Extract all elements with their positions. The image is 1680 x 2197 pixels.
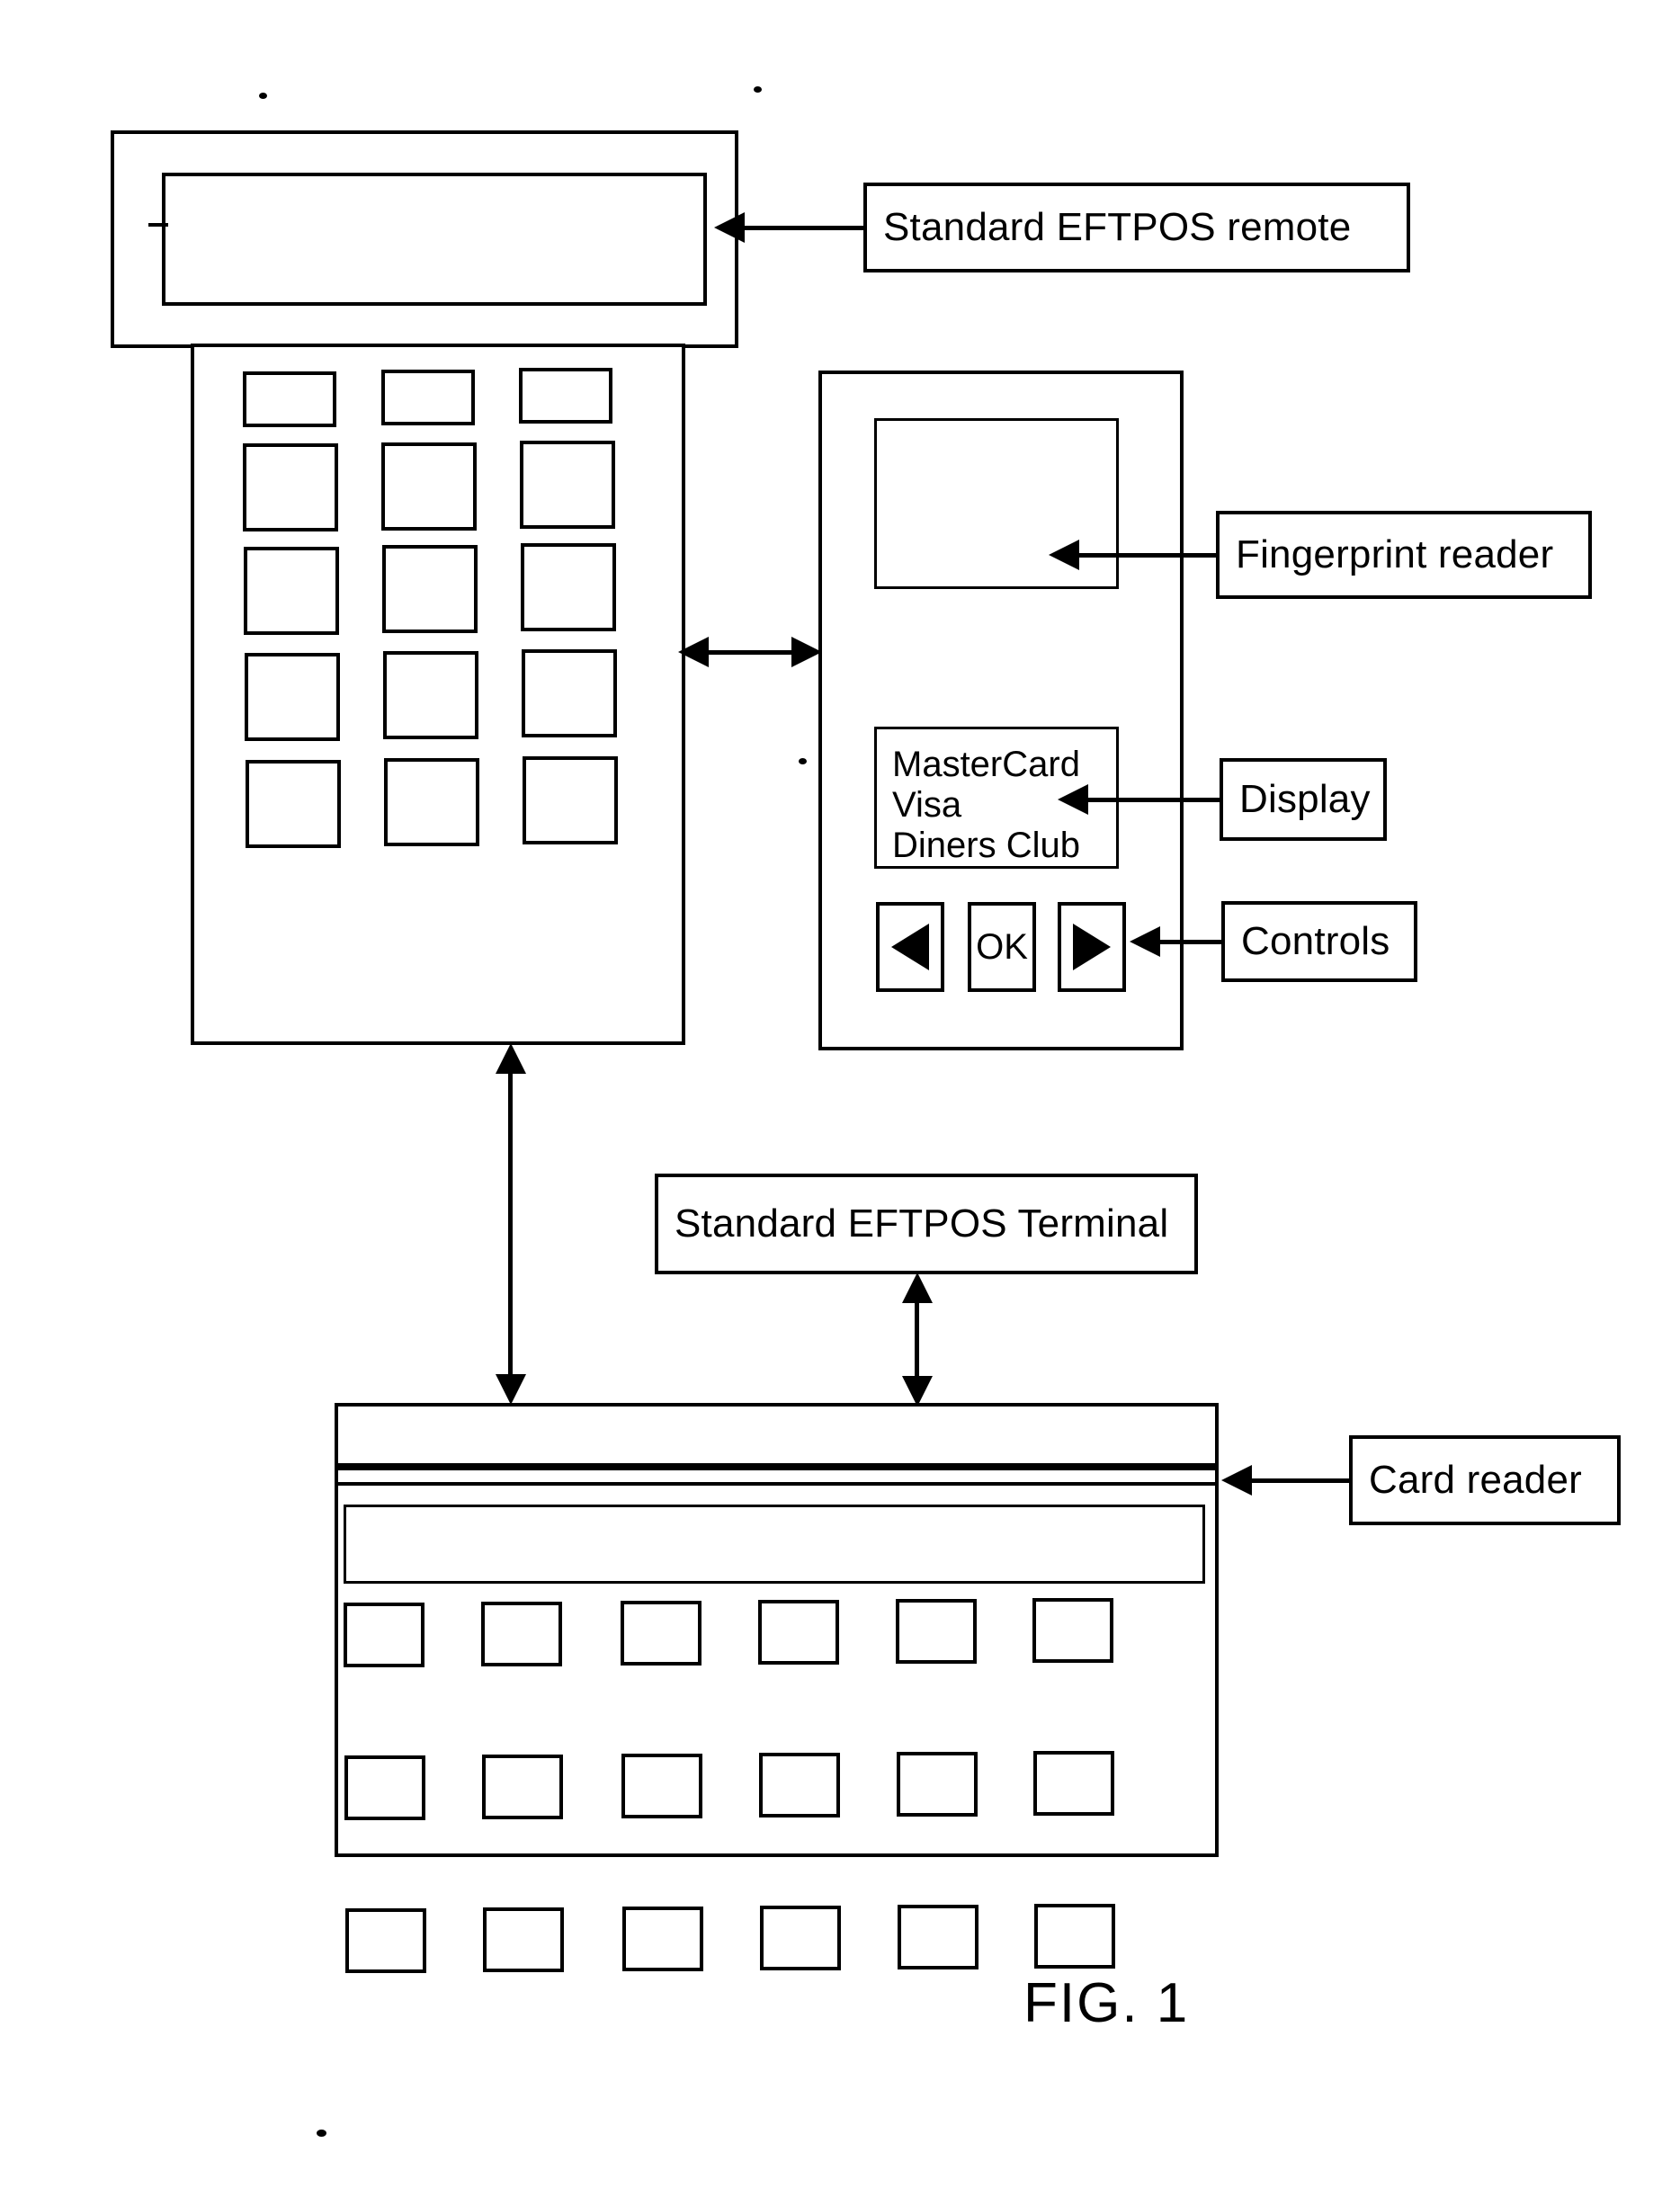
- scan-speck: [259, 93, 267, 99]
- display-line-2: Visa: [892, 785, 962, 825]
- terminal-key[interactable]: [482, 1755, 563, 1819]
- connector-fingerprint-arrowhead: [1049, 540, 1079, 570]
- remote-key[interactable]: [243, 443, 338, 531]
- connector-display-arrowhead: [1058, 784, 1088, 815]
- control-button-previous[interactable]: [876, 902, 944, 992]
- terminal-key[interactable]: [760, 1906, 841, 1970]
- remote-key[interactable]: [243, 371, 336, 427]
- terminal-key[interactable]: [1034, 1904, 1115, 1969]
- terminal-key[interactable]: [1033, 1751, 1114, 1816]
- callout-display-label: Display: [1239, 777, 1371, 821]
- connector-fingerprint: [1079, 553, 1219, 558]
- fingerprint-sensor-pad[interactable]: [874, 418, 1119, 589]
- remote-key[interactable]: [381, 442, 477, 531]
- scan-speck: [754, 86, 762, 93]
- display-line-1: MasterCard: [892, 745, 1080, 784]
- remote-key[interactable]: [384, 758, 479, 846]
- callout-controls: Controls: [1221, 901, 1417, 982]
- link-terminal-arrow-down: [902, 1376, 933, 1407]
- connector-card-reader-arrowhead: [1221, 1465, 1252, 1496]
- callout-terminal: Standard EFTPOS Terminal: [655, 1174, 1198, 1274]
- remote-screen-tick: [148, 223, 168, 227]
- terminal-key[interactable]: [344, 1755, 425, 1820]
- triangle-right-icon: [1073, 924, 1111, 970]
- callout-card-reader-label: Card reader: [1369, 1458, 1582, 1502]
- display-line-3: Diners Club: [892, 826, 1080, 865]
- connector-remote: [745, 226, 865, 230]
- link-terminal-label-device: [915, 1298, 919, 1383]
- remote-key[interactable]: [521, 543, 616, 631]
- callout-remote-label: Standard EFTPOS remote: [883, 205, 1352, 249]
- terminal-display: [344, 1505, 1205, 1584]
- terminal-key[interactable]: [758, 1600, 839, 1665]
- terminal-key[interactable]: [621, 1601, 701, 1666]
- terminal-key[interactable]: [898, 1905, 979, 1969]
- remote-key[interactable]: [245, 653, 340, 741]
- remote-key[interactable]: [382, 545, 478, 633]
- callout-display: Display: [1220, 758, 1387, 841]
- connector-card-reader: [1252, 1478, 1353, 1483]
- callout-fingerprint-reader: Fingerprint reader: [1216, 511, 1592, 599]
- scan-speck: [799, 758, 807, 764]
- connector-controls: [1160, 940, 1225, 944]
- terminal-key[interactable]: [344, 1603, 424, 1667]
- callout-remote: Standard EFTPOS remote: [863, 183, 1410, 272]
- scan-speck: [317, 2130, 326, 2137]
- control-button-next[interactable]: [1058, 902, 1126, 992]
- link-remote-fingerprint: [701, 650, 800, 655]
- callout-card-reader: Card reader: [1349, 1435, 1621, 1525]
- link-terminal-arrow-up: [902, 1273, 933, 1303]
- terminal-key[interactable]: [345, 1908, 426, 1973]
- terminal-key[interactable]: [896, 1599, 977, 1664]
- remote-key[interactable]: [381, 370, 475, 425]
- card-reader-slot-top: [336, 1463, 1217, 1470]
- terminal-key[interactable]: [481, 1602, 562, 1666]
- remote-key[interactable]: [383, 651, 478, 739]
- callout-terminal-label: Standard EFTPOS Terminal: [675, 1201, 1169, 1246]
- connector-controls-arrowhead: [1130, 926, 1160, 957]
- terminal-key[interactable]: [622, 1907, 703, 1971]
- remote-key[interactable]: [244, 547, 339, 635]
- callout-controls-label: Controls: [1241, 919, 1390, 963]
- connector-remote-arrowhead: [714, 212, 745, 243]
- connector-display: [1088, 798, 1223, 802]
- control-button-ok-label: OK: [976, 926, 1028, 967]
- remote-key[interactable]: [520, 441, 615, 529]
- figure-caption: FIG. 1: [1023, 1972, 1190, 2034]
- link-remote-terminal: [508, 1068, 513, 1381]
- link-remote-fingerprint-arrow-left: [678, 637, 709, 667]
- terminal-key[interactable]: [759, 1753, 840, 1817]
- card-reader-slot-bottom: [336, 1482, 1217, 1486]
- link-remote-terminal-arrow-down: [496, 1374, 526, 1405]
- control-button-ok[interactable]: OK: [968, 902, 1036, 992]
- terminal-key[interactable]: [897, 1752, 978, 1817]
- link-remote-fingerprint-arrow-right: [791, 637, 822, 667]
- remote-key[interactable]: [522, 649, 617, 737]
- link-remote-terminal-arrow-up: [496, 1043, 526, 1074]
- remote-screen: [162, 173, 707, 306]
- remote-key[interactable]: [519, 368, 612, 424]
- callout-fingerprint-reader-label: Fingerprint reader: [1236, 532, 1554, 576]
- terminal-key[interactable]: [621, 1754, 702, 1818]
- terminal-key[interactable]: [483, 1907, 564, 1972]
- patent-figure-page: Standard EFTPOS remote MasterCard Visa D…: [0, 0, 1680, 2197]
- remote-key[interactable]: [246, 760, 341, 848]
- triangle-left-icon: [891, 924, 929, 970]
- terminal-key[interactable]: [1032, 1598, 1113, 1663]
- remote-key[interactable]: [523, 756, 618, 844]
